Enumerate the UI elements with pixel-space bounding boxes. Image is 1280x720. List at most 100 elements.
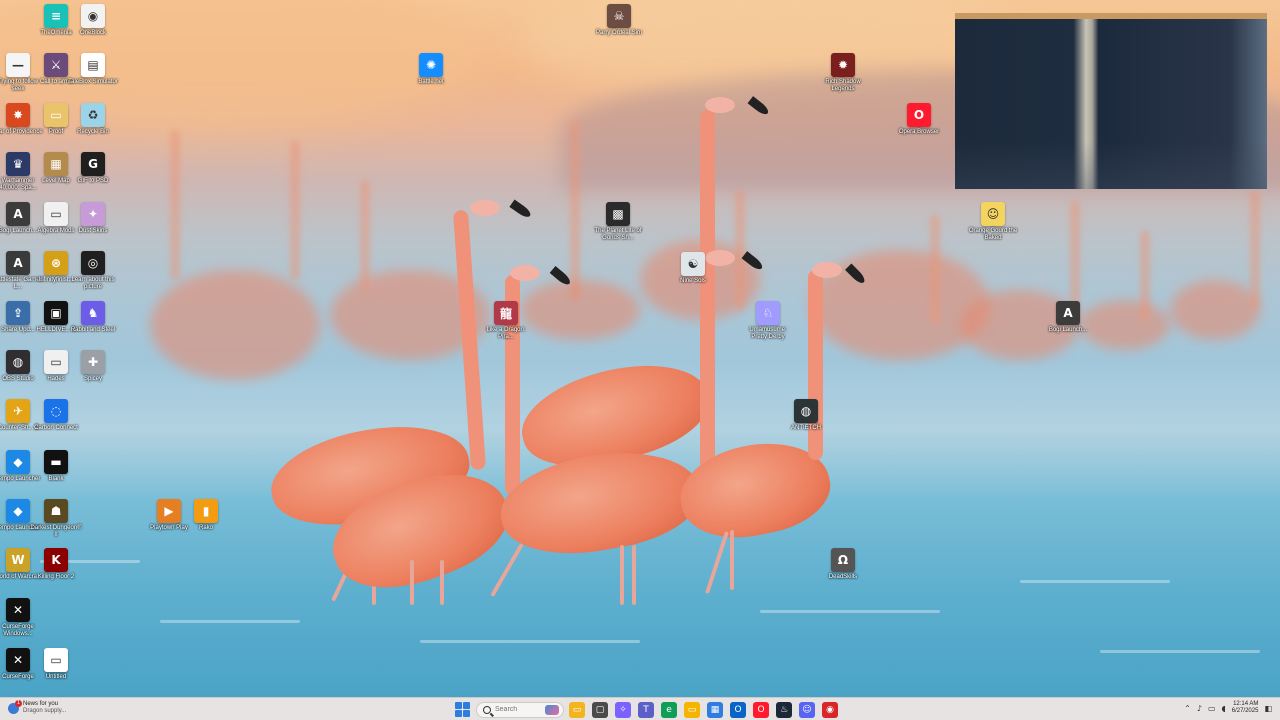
teams-icon[interactable]: T	[638, 701, 654, 718]
desktop-icon-label: Recycle Bin	[77, 129, 109, 135]
omen-icon: ≡	[44, 4, 68, 28]
desktop-icon[interactable]: ◉ OneBlock	[67, 4, 119, 37]
folder-icon: ▭	[44, 103, 68, 127]
edge-icon[interactable]: e	[661, 701, 677, 718]
network-icon[interactable]: ▭	[1208, 704, 1216, 713]
desktop-icon[interactable]: ✦ Dust Skins	[67, 202, 119, 235]
rako-icon: ▮	[194, 499, 218, 523]
news-widget[interactable]: 1 News for you Dragon supply...	[8, 699, 67, 715]
webcam-overlay	[955, 13, 1267, 189]
desktop-icon[interactable]: A Bogi Launch...	[1042, 301, 1094, 334]
pinned-apps: ▭ ▢ ✧ Te ▭ ▦ O O ♨ ☺ ◉	[569, 701, 838, 718]
map-icon: ▦	[44, 152, 68, 176]
desktop-icon-label: Spicey	[83, 376, 102, 382]
opera-icon: O	[907, 103, 931, 127]
infinity-icon: ⊛	[44, 251, 68, 275]
curseforge-icon: ✕	[6, 648, 30, 672]
desktop-icon-label: CurseForge Windows...	[2, 624, 34, 637]
task-view-icon[interactable]: ▢	[592, 701, 608, 718]
eye-icon: ◉	[81, 4, 105, 28]
desktop-icon[interactable]: ✹ Rich Shadow Legends	[817, 53, 869, 93]
volume-icon[interactable]: ◖	[1222, 704, 1226, 713]
desktop-icon[interactable]: ▭ Untitled	[30, 648, 82, 681]
desktop-icon[interactable]: ♻ Recycle Bin	[67, 103, 119, 136]
desktop-icon-label: Carbon Connect	[34, 425, 78, 431]
desktop-icon[interactable]: ◍ ANTIETCH	[780, 399, 832, 432]
desktop-icon-label: TaleBlox Simulator	[68, 79, 118, 85]
document-icon: ▤	[81, 53, 105, 77]
desktop-icon[interactable]: ◎ Learn about this picture	[67, 251, 119, 291]
antietch-icon: ◍	[794, 399, 818, 423]
desktop-icon[interactable]: Ω DeadSkills	[817, 548, 869, 581]
notification-icon[interactable]: ◧	[1264, 704, 1272, 713]
desktop-icon-label: Battle.net	[418, 79, 444, 85]
outlook-icon[interactable]: O	[730, 701, 746, 718]
desktop-icon[interactable]: ☯ Nine Sols	[667, 252, 719, 285]
playtown-icon: ▶	[157, 499, 181, 523]
desktop-icon[interactable]: ☺ Orange Gourd the Baked	[967, 202, 1019, 242]
game-icon[interactable]: ◉	[822, 701, 838, 718]
share-icon: ⇪	[6, 301, 30, 325]
taskbar-center: ▭ ▢ ✧ Te ▭ ▦ OO ♨ ☺ ◉	[455, 700, 838, 719]
nine-sols-icon: ☯	[681, 252, 705, 276]
clock-date: 6/27/2025	[1231, 708, 1259, 714]
chevron-up-icon[interactable]: ⌃	[1184, 704, 1191, 713]
desktop-icon[interactable]: ☠ Parry Ordeal Sim	[593, 4, 645, 37]
copilot-icon[interactable]: ✧	[615, 701, 631, 718]
webcam-shade	[955, 141, 1267, 189]
desktop-icon[interactable]: ♘ Umamusume: Pretty Derby	[742, 301, 794, 341]
desktop-icon[interactable]: ▤ TaleBlox Simulator	[67, 53, 119, 86]
desktop-icon-label: Umamusume: Pretty Derby	[749, 327, 787, 340]
desktop-icon-label: GIF to PSD	[77, 178, 109, 184]
start-button[interactable]	[455, 701, 471, 718]
killing-floor-icon: K	[44, 548, 68, 572]
desktop-icon-label: Untitled	[45, 674, 67, 680]
news-subtitle: Dragon supply...	[23, 708, 67, 714]
darkest-dungeon-icon: ☗	[44, 499, 68, 523]
battlenet-icon: ✺	[419, 53, 443, 77]
file-explorer-icon[interactable]: ▭	[569, 701, 585, 718]
microphone-icon[interactable]: ♪	[1197, 704, 1202, 713]
game-icon: ⚔	[44, 53, 68, 77]
desktop-icon[interactable]: G GIF to PSD	[67, 152, 119, 185]
desktop-icon[interactable]: ✺ Battle.net	[405, 53, 457, 86]
search-highlight-icon	[545, 704, 559, 715]
system-tray: ⌃ ♪ ▭ ◖ 12:14 AM 6/27/2025 ◧	[1184, 701, 1272, 715]
desktop-icon-label: OneBlock	[79, 30, 106, 36]
search-input[interactable]	[495, 706, 549, 713]
opera-icon[interactable]: O	[753, 701, 769, 718]
desktop-icon[interactable]: ▮ Rako	[180, 499, 232, 532]
desktop-icon[interactable]: ◌ Carbon Connect	[30, 399, 82, 432]
desktop-icon[interactable]: 龍 Like a Dragon: Pira...	[480, 301, 532, 341]
desktop-icon-label: Blank	[48, 476, 64, 482]
curseforge-icon: ✕	[6, 598, 30, 622]
desktop-icon-label: Rich Shadow Legends	[825, 79, 861, 92]
desktop-icon-label: Like a Dragon: Pira...	[486, 327, 526, 340]
desktop-icon[interactable]: ▩ The Planet Lite of Gonds Sh...	[592, 202, 644, 242]
desktop-icon-label: Nine Sols	[680, 278, 706, 284]
desktop-icon[interactable]: O Opera Browser	[893, 103, 945, 136]
desktop-icon[interactable]: ▬ Blank	[30, 450, 82, 483]
discord-icon[interactable]: ☺	[799, 701, 815, 718]
obs-icon: ◍	[6, 350, 30, 374]
camera-icon: ◎	[81, 251, 105, 275]
desktop-icon[interactable]: ♞ Rabbit and Steel	[67, 301, 119, 334]
news-badge-count: 1	[15, 699, 22, 707]
desktop-icon-label: The Planet Lite of Gonds Sh...	[594, 228, 642, 241]
desktop-icon-label: Orange Gourd the Baked	[968, 228, 1018, 241]
desktop-icon[interactable]: ✚ Spicey	[67, 350, 119, 383]
warhammer-icon: ♛	[6, 152, 30, 176]
desktop-icon[interactable]: ☗ Darkest Dungeon® II	[30, 499, 82, 539]
store-icon[interactable]: ▦	[707, 701, 723, 718]
steam-icon[interactable]: ♨	[776, 701, 792, 718]
desktop-icon[interactable]: ✕ CurseForge Windows...	[0, 598, 44, 638]
desktop-icon[interactable]: K Killing Floor 2	[30, 548, 82, 581]
clock[interactable]: 12:14 AM 6/27/2025	[1232, 701, 1259, 715]
desktop-icon-label: Parry Ordeal Sim	[595, 30, 642, 36]
news-icon: 1	[8, 699, 22, 714]
folder-icon[interactable]: ▭	[684, 701, 700, 718]
taskbar-search[interactable]	[476, 701, 564, 718]
rabbit-icon: ♞	[81, 301, 105, 325]
planet-icon: ▩	[606, 202, 630, 226]
search-icon	[483, 705, 491, 714]
